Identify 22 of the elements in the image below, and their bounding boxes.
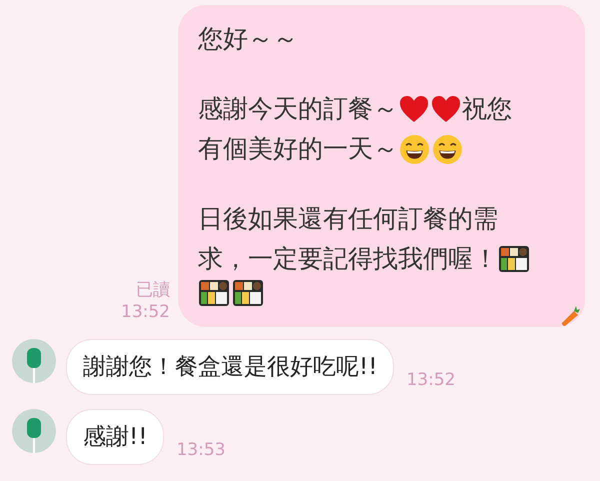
- heart-icon: [430, 94, 462, 124]
- message-text: 祝您: [462, 93, 512, 125]
- bento-box-icon: [232, 279, 264, 307]
- message-time: 13:52: [406, 368, 456, 392]
- message-text: 求，一定要記得找我們喔！: [198, 243, 498, 275]
- read-receipt: 已讀: [136, 279, 170, 301]
- heart-icon: [398, 94, 430, 124]
- message-text: 有個美好的一天～: [198, 133, 398, 165]
- avatar-icon: [12, 339, 56, 383]
- message-text: 日後如果還有任何訂餐的需: [198, 203, 498, 235]
- carrot-icon: [561, 305, 581, 327]
- bento-box-icon: [198, 279, 230, 307]
- avatar-icon: [12, 409, 56, 453]
- received-message-bubble: 謝謝您！餐盒還是很好吃呢!!: [66, 339, 394, 395]
- grinning-face-icon: [432, 134, 463, 164]
- received-message-bubble: 感謝!!: [66, 409, 164, 465]
- bento-box-icon: [498, 245, 530, 273]
- message-text: 您好～～: [198, 23, 298, 55]
- message-time: 13:52: [121, 301, 170, 323]
- message-time: 13:53: [176, 438, 226, 462]
- message-text: 感謝今天的訂餐～: [198, 93, 398, 125]
- grinning-face-icon: [399, 134, 430, 164]
